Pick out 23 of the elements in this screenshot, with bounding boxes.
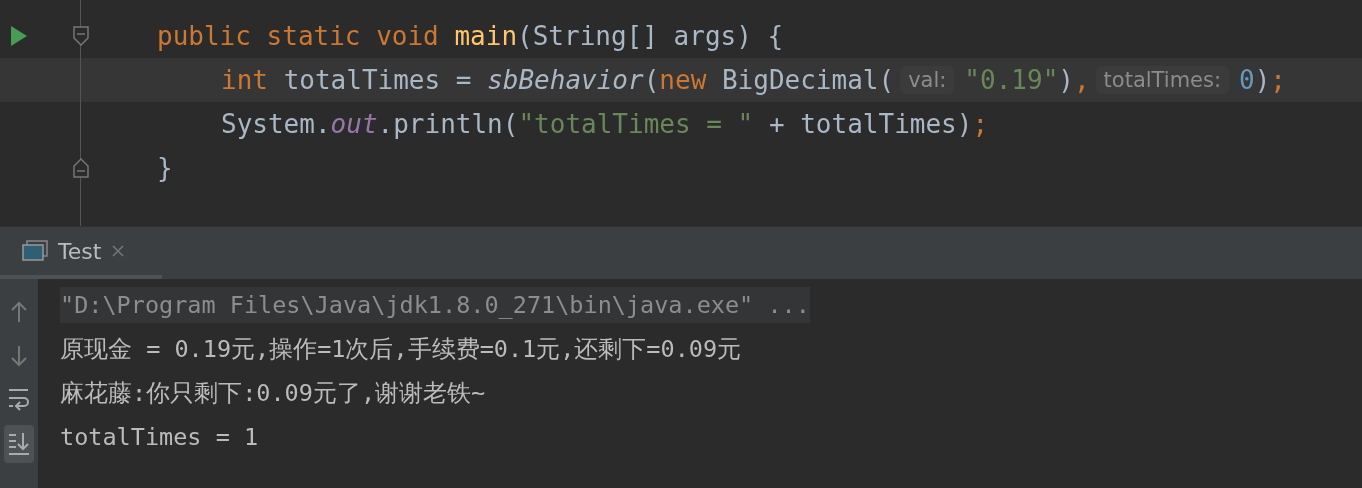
close-icon[interactable]: [111, 244, 126, 258]
console-window-icon: [22, 240, 48, 262]
parameter-hint: val:: [900, 66, 955, 94]
scroll-to-end-icon[interactable]: [8, 431, 30, 457]
console-line: 原现金 = 0.19元,操作=1次后,手续费=0.1元,还剩下=0.09元: [60, 334, 742, 365]
command-line-text: "D:\Program Files\Java\jdk1.8.0_271\bin\java.exe" ...: [60, 287, 810, 323]
soft-wrap-icon[interactable]: [8, 387, 30, 413]
run-icon[interactable]: [10, 25, 28, 47]
toolbar-button[interactable]: [4, 425, 34, 463]
fold-marker-icon[interactable]: [72, 25, 90, 47]
arrow-up-icon[interactable]: [9, 300, 29, 324]
console-line: 麻花藤:你只剩下:0.09元了,谢谢老铁~: [60, 378, 486, 409]
code-text: System.out.println("totalTimes = " + totalTimes);: [221, 109, 989, 139]
parameter-hint: totalTimes:: [1095, 66, 1230, 94]
code-editor[interactable]: public static void main(String[] args) { int totalTimes = sbBehavior(new BigDecimal( val: "0.19"), totalTimes: 0); System.out.println("totalTimes = " + totalTimes); }: [0, 0, 1362, 226]
console-line: totalTimes = 1: [60, 422, 259, 453]
code-text: int totalTimes = sbBehavior(new BigDecimal(: [221, 65, 895, 95]
code-text: public static void main(String[] args) {: [157, 21, 784, 51]
code-text: }: [157, 153, 173, 183]
fold-marker-icon[interactable]: [72, 157, 90, 179]
code-text: "0.19"),: [964, 65, 1090, 95]
arrow-down-icon[interactable]: [9, 344, 29, 368]
code-text: 0);: [1239, 65, 1286, 95]
